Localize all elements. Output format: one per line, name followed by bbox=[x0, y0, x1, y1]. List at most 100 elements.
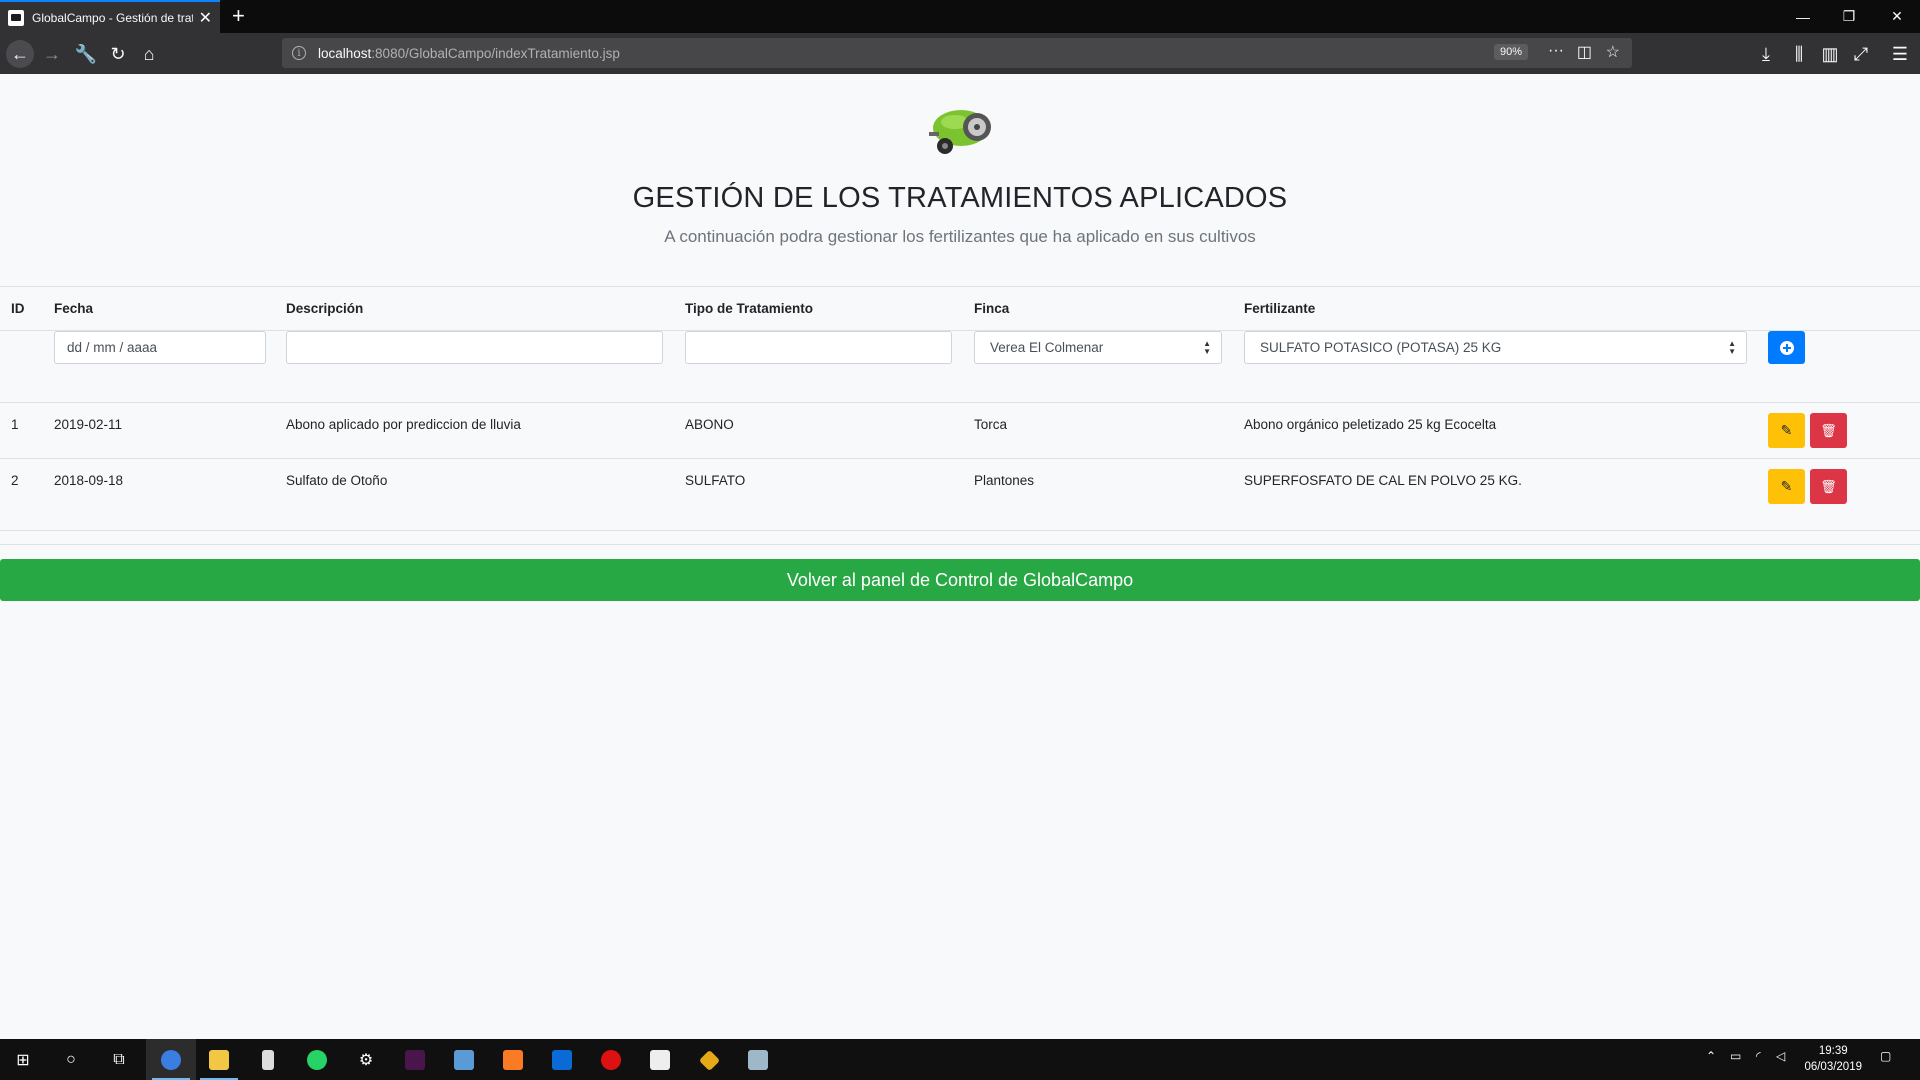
tab-title: GlobalCampo - Gestión de trat bbox=[32, 10, 193, 25]
page-actions-icon[interactable]: ··· bbox=[1548, 42, 1564, 60]
pocket-icon[interactable]: ◫ bbox=[1577, 42, 1592, 62]
git-kraken-icon[interactable] bbox=[696, 1047, 722, 1073]
fertilizante-select-value: SULFATO POTASICO (POTASA) 25 KG bbox=[1260, 340, 1502, 355]
table-row: 1 2019-02-11 Abono aplicado por predicci… bbox=[0, 402, 1920, 459]
cell-finca: Torca bbox=[974, 402, 1244, 459]
downloads-icon[interactable]: ⤓ bbox=[1752, 40, 1780, 68]
close-window-icon[interactable]: ✕ bbox=[1874, 0, 1920, 33]
cell-fertilizante: Abono orgánico peletizado 25 kg Ecocelta bbox=[1244, 402, 1768, 459]
select-arrows-icon: ▲ ▼ bbox=[1203, 339, 1211, 356]
slack-icon[interactable] bbox=[402, 1047, 428, 1073]
header-descripcion: Descripción bbox=[286, 286, 685, 331]
firefox-icon[interactable] bbox=[158, 1047, 184, 1073]
library-icon[interactable]: ⫼ bbox=[1785, 40, 1813, 68]
cell-tipo: ABONO bbox=[685, 402, 974, 459]
treatments-table: ID Fecha Descripción Tipo de Tratamiento… bbox=[0, 286, 1920, 531]
virtualbox-icon[interactable] bbox=[451, 1047, 477, 1073]
bookmark-star-icon[interactable]: ☆ bbox=[1606, 42, 1620, 62]
fertilizante-select[interactable]: SULFATO POTASICO (POTASA) 25 KG ▲ ▼ bbox=[1244, 331, 1747, 364]
menu-icon[interactable]: ☰ bbox=[1886, 40, 1914, 68]
page-subtitle: A continuación podra gestionar los ferti… bbox=[664, 227, 1256, 246]
windows-start-icon[interactable]: ⊞ bbox=[10, 1047, 36, 1073]
finca-select-value: Verea El Colmenar bbox=[990, 340, 1104, 355]
page-title: GESTIÓN DE LOS TRATAMIENTOS APLICADOS bbox=[632, 182, 1288, 214]
table-header-row: ID Fecha Descripción Tipo de Tratamiento… bbox=[0, 286, 1920, 331]
header-tipo: Tipo de Tratamiento bbox=[685, 286, 974, 331]
cell-finca: Plantones bbox=[974, 458, 1244, 531]
header-fertilizante: Fertilizante bbox=[1244, 286, 1768, 331]
url-host: localhost bbox=[318, 45, 372, 61]
edit-button[interactable]: ✎ bbox=[1768, 469, 1805, 504]
forward-arrow-icon[interactable]: → bbox=[38, 40, 66, 68]
cell-tipo: SULFATO bbox=[685, 458, 974, 531]
plus-circle-icon bbox=[1779, 340, 1794, 355]
battery-icon[interactable]: ▭ bbox=[1730, 1049, 1741, 1063]
edit-button[interactable]: ✎ bbox=[1768, 413, 1805, 448]
url-bar[interactable]: i localhost:8080/GlobalCampo/indexTratam… bbox=[282, 38, 1632, 68]
dev-app-icon[interactable] bbox=[647, 1047, 673, 1073]
home-icon[interactable]: ⌂ bbox=[135, 40, 163, 68]
clock-date: 06/03/2019 bbox=[1804, 1061, 1862, 1073]
date-input[interactable]: dd / mm / aaaa bbox=[54, 331, 266, 364]
web-page: GESTIÓN DE LOS TRATAMIENTOS APLICADOS A … bbox=[0, 74, 1920, 1039]
cell-descripcion: Abono aplicado por prediccion de lluvia bbox=[286, 402, 685, 459]
browser-navbar: ← → 🔧 ↻ ⌂ i localhost:8080/GlobalCampo/i… bbox=[0, 33, 1920, 74]
finca-select[interactable]: Verea El Colmenar ▲ ▼ bbox=[974, 331, 1222, 364]
back-to-panel-button[interactable]: Volver al panel de Control de GlobalCamp… bbox=[0, 559, 1920, 601]
header-fecha: Fecha bbox=[54, 286, 286, 331]
header-actions bbox=[1768, 286, 1920, 331]
add-treatment-button[interactable] bbox=[1768, 331, 1805, 364]
cell-fertilizante: SUPERFOSFATO DE CAL EN POLVO 25 KG. bbox=[1244, 458, 1768, 531]
new-tab-icon[interactable]: + bbox=[232, 4, 245, 28]
volume-icon[interactable]: ◁ bbox=[1776, 1049, 1785, 1063]
url-path: :8080/GlobalCampo/indexTratamiento.jsp bbox=[371, 45, 620, 61]
delete-button[interactable]: 🗑 bbox=[1810, 469, 1847, 504]
zoom-badge[interactable]: 90% bbox=[1493, 44, 1528, 60]
whatsapp-icon[interactable] bbox=[304, 1047, 330, 1073]
restore-icon[interactable]: ❐ bbox=[1826, 0, 1872, 33]
description-input[interactable] bbox=[286, 331, 663, 364]
system-clock[interactable]: 19:39 06/03/2019 bbox=[1804, 1043, 1862, 1075]
treatment-type-input[interactable] bbox=[685, 331, 952, 364]
screen-recorder-icon[interactable] bbox=[598, 1047, 624, 1073]
notifications-icon[interactable]: ▢ bbox=[1880, 1049, 1891, 1063]
notes-app-icon[interactable] bbox=[255, 1047, 281, 1073]
minimize-icon[interactable]: — bbox=[1780, 0, 1826, 33]
sidebar-icon[interactable]: ▥ bbox=[1816, 40, 1844, 68]
divider bbox=[0, 544, 1920, 545]
select-arrows-icon: ▲ ▼ bbox=[1728, 339, 1736, 356]
file-explorer-icon[interactable] bbox=[206, 1047, 232, 1073]
browser-tab-bar: GlobalCampo - Gestión de trat ✕ + — ❐ ✕ bbox=[0, 0, 1920, 33]
wrench-icon[interactable]: 🔧 bbox=[72, 40, 100, 68]
header-id: ID bbox=[0, 286, 54, 331]
windows-taskbar: ⊞ ○ ⧉ ⚙ ⌃ ▭ ◜ ◁ 19:39 06/03/2019 ▢ bbox=[0, 1039, 1920, 1080]
cell-id: 1 bbox=[0, 402, 54, 459]
sprayer-logo-icon bbox=[929, 110, 991, 154]
close-tab-icon[interactable]: ✕ bbox=[199, 8, 212, 28]
site-favicon-icon bbox=[8, 9, 24, 26]
cell-descripcion: Sulfato de Otoño bbox=[286, 458, 685, 531]
clock-time: 19:39 bbox=[1818, 1045, 1848, 1057]
header-finca: Finca bbox=[974, 286, 1244, 331]
wifi-icon[interactable]: ◜ bbox=[1756, 1049, 1761, 1063]
pencil-icon: ✎ bbox=[1780, 422, 1793, 438]
xampp-icon[interactable] bbox=[500, 1047, 526, 1073]
cell-fecha: 2019-02-11 bbox=[54, 402, 286, 459]
tray-chevron-icon[interactable]: ⌃ bbox=[1706, 1049, 1716, 1063]
reload-icon[interactable]: ↻ bbox=[104, 40, 132, 68]
table-row: 2 2018-09-18 Sulfato de Otoño SULFATO Pl… bbox=[0, 458, 1920, 531]
cell-id: 2 bbox=[0, 458, 54, 531]
task-view-icon[interactable]: ⧉ bbox=[106, 1047, 132, 1073]
settings-gear-icon[interactable]: ⚙ bbox=[353, 1047, 379, 1073]
browser-tab[interactable]: GlobalCampo - Gestión de trat ✕ bbox=[0, 0, 220, 33]
trash-icon: 🗑 bbox=[1820, 478, 1837, 494]
site-info-icon[interactable]: i bbox=[292, 46, 306, 60]
trash-icon: 🗑 bbox=[1820, 422, 1837, 438]
back-arrow-icon[interactable]: ← bbox=[6, 40, 34, 68]
netbeans-icon[interactable] bbox=[745, 1047, 771, 1073]
cortana-icon[interactable]: ○ bbox=[58, 1047, 84, 1073]
fullscreen-icon[interactable]: ⤢ bbox=[1847, 40, 1875, 68]
pencil-icon: ✎ bbox=[1780, 478, 1793, 494]
delete-button[interactable]: 🗑 bbox=[1810, 413, 1847, 448]
photos-icon[interactable] bbox=[549, 1047, 575, 1073]
